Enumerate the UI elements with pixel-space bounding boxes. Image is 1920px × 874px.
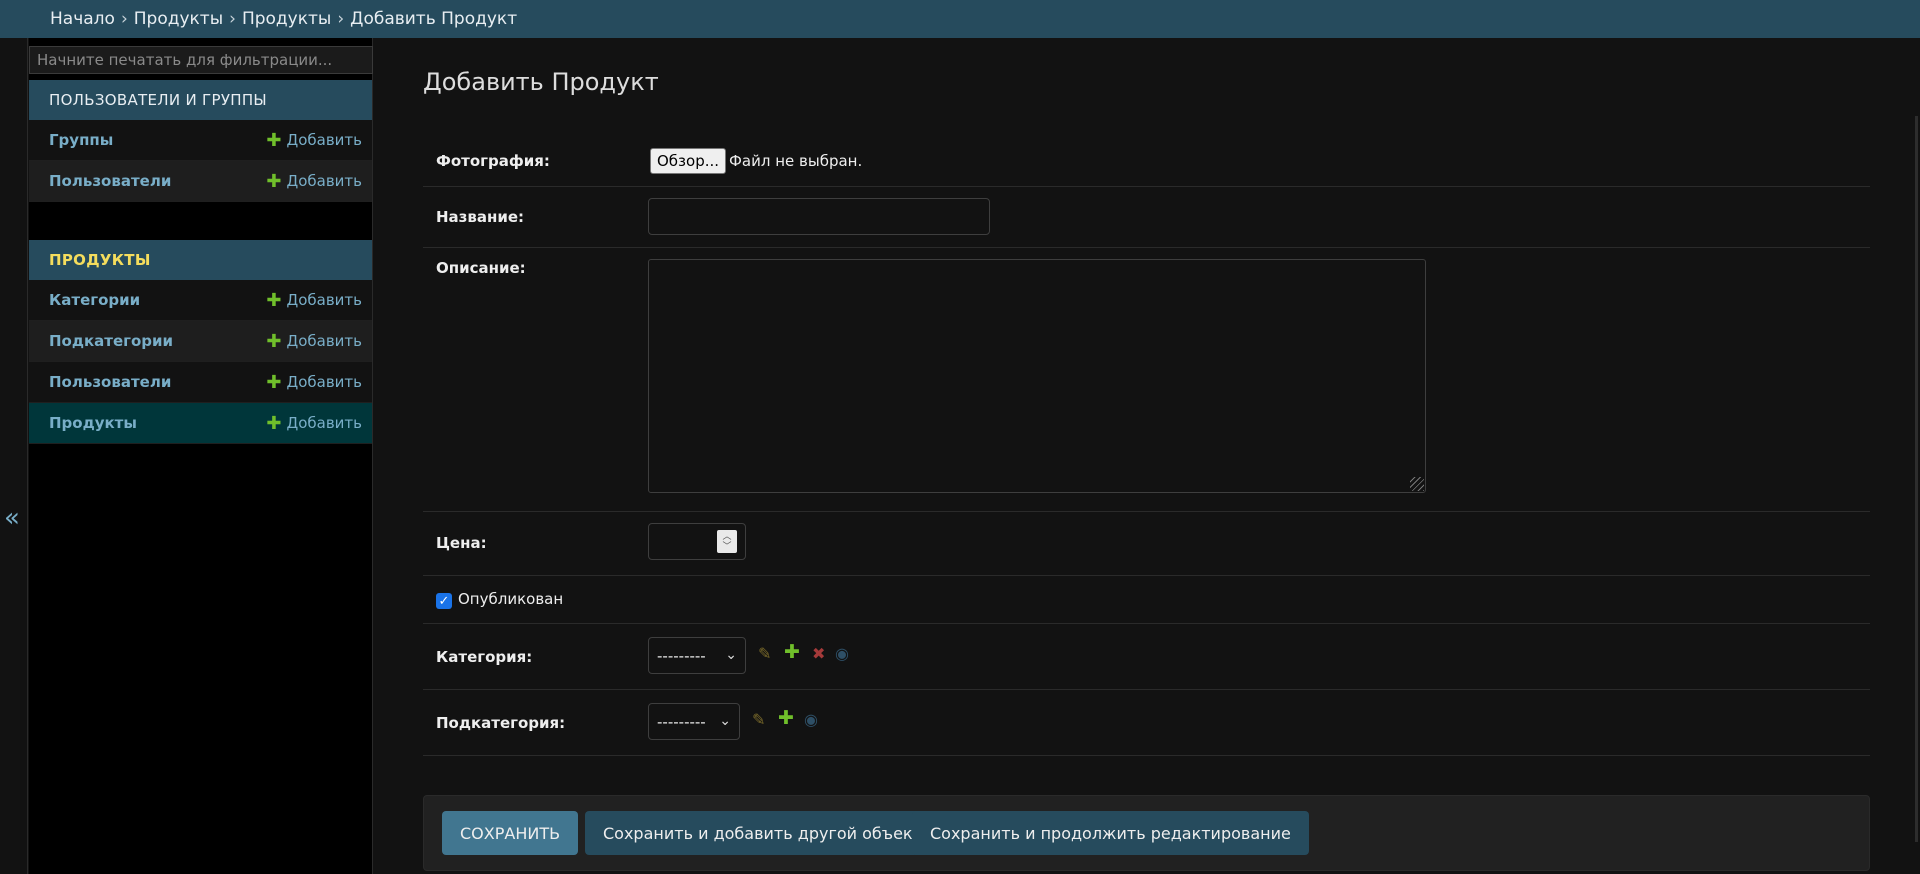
file-status: Файл не выбран.: [729, 152, 863, 170]
add-link-label: Добавить: [286, 332, 362, 350]
published-label[interactable]: Опубликован: [458, 590, 563, 608]
add-groups-link[interactable]: ✚ Добавить: [266, 130, 362, 151]
add-subcategories-link[interactable]: ✚ Добавить: [266, 331, 362, 352]
sidebar-item-groups: Группы ✚ Добавить: [29, 120, 372, 161]
sidebar-item-users: Пользователи ✚ Добавить: [29, 161, 372, 202]
add-link-label: Добавить: [286, 373, 362, 391]
double-chevron-left-icon[interactable]: «: [4, 505, 20, 531]
subcategory-selected-value: ---------: [657, 712, 706, 731]
sidebar-item-product-users: Пользователи ✚ Добавить: [29, 362, 372, 403]
breadcrumb-separator: ›: [337, 9, 345, 29]
plus-icon[interactable]: ✚: [778, 709, 794, 728]
subcategory-select[interactable]: --------- ⌄: [648, 703, 740, 740]
sidebar-item-label[interactable]: Пользователи: [49, 373, 171, 391]
spinner-up-icon[interactable]: ︿: [722, 532, 731, 542]
nav-toggle-strip: «: [0, 38, 28, 874]
subcategory-label: Подкатегория:: [436, 714, 566, 732]
sidebar-item-label[interactable]: Категории: [49, 291, 140, 309]
form-row-category: Категория: --------- ⌄ ✎ ✚ ✖ ◉: [423, 624, 1870, 690]
sidebar-item-label[interactable]: Пользователи: [49, 172, 171, 190]
form-row-description: Описание:: [423, 248, 1870, 512]
submit-row: СОХРАНИТЬ Сохранить и добавить другой об…: [423, 795, 1870, 871]
chevron-down-icon: ⌄: [725, 647, 737, 663]
page-title: Добавить Продукт: [423, 68, 659, 96]
form-row-price: Цена: ︿ ﹀: [423, 512, 1870, 576]
plus-icon: ✚: [266, 371, 282, 393]
name-label: Название:: [436, 208, 525, 226]
eye-icon[interactable]: ◉: [804, 712, 818, 728]
module-caption-label: ПОЛЬЗОВАТЕЛИ И ГРУППЫ: [49, 91, 267, 109]
price-input[interactable]: ︿ ﹀: [648, 523, 746, 560]
sidebar-filter: [29, 38, 373, 80]
category-label: Категория:: [436, 648, 533, 666]
add-users-link[interactable]: ✚ Добавить: [266, 171, 362, 192]
main-content: Добавить Продукт Фотография: Обзор... Фа…: [374, 38, 1920, 874]
sidebar-item-products: Продукты ✚ Добавить: [29, 403, 372, 444]
sidebar-item-subcategories: Подкатегории ✚ Добавить: [29, 321, 372, 362]
price-label: Цена:: [436, 534, 487, 552]
description-textarea[interactable]: [648, 259, 1426, 493]
sidebar-item-label[interactable]: Подкатегории: [49, 332, 173, 350]
add-link-label: Добавить: [286, 291, 362, 309]
pencil-icon[interactable]: ✎: [752, 712, 765, 728]
add-link-label: Добавить: [286, 131, 362, 149]
photo-label: Фотография:: [436, 152, 550, 170]
number-spinner[interactable]: ︿ ﹀: [717, 530, 737, 553]
sidebar: ПОЛЬЗОВАТЕЛИ И ГРУППЫ Группы ✚ Добавить …: [29, 38, 373, 874]
plus-icon: ✚: [266, 412, 282, 434]
category-selected-value: ---------: [657, 646, 706, 665]
plus-icon: ✚: [266, 289, 282, 311]
add-products-link[interactable]: ✚ Добавить: [266, 413, 362, 434]
save-add-another-button[interactable]: Сохранить и добавить другой объект: [585, 811, 940, 855]
file-browse-button[interactable]: Обзор...: [650, 148, 727, 174]
sidebar-item-categories: Категории ✚ Добавить: [29, 280, 372, 321]
plus-icon: ✚: [266, 129, 282, 151]
name-input[interactable]: [648, 198, 990, 235]
save-button[interactable]: СОХРАНИТЬ: [442, 811, 579, 855]
breadcrumb: Начало › Продукты › Продукты › Добавить …: [0, 0, 1920, 38]
module-spacer: [29, 202, 372, 240]
spinner-down-icon[interactable]: ﹀: [722, 542, 731, 552]
published-checkbox[interactable]: ✓: [436, 593, 452, 609]
plus-icon[interactable]: ✚: [784, 643, 800, 662]
sidebar-item-label[interactable]: Продукты: [49, 414, 137, 432]
module-caption-products[interactable]: ПРОДУКТЫ: [29, 240, 372, 280]
form-row-name: Название:: [423, 187, 1870, 248]
chevron-down-icon: ⌄: [719, 713, 731, 729]
pencil-icon[interactable]: ✎: [758, 646, 771, 662]
resize-grip-icon[interactable]: [1410, 477, 1424, 491]
breadcrumb-model[interactable]: Продукты: [242, 9, 331, 29]
breadcrumb-current: Добавить Продукт: [350, 9, 518, 29]
module-caption-label: ПРОДУКТЫ: [49, 251, 151, 269]
sidebar-item-label[interactable]: Группы: [49, 131, 113, 149]
add-link-label: Добавить: [286, 414, 362, 432]
plus-icon: ✚: [266, 170, 282, 192]
breadcrumb-separator: ›: [120, 9, 128, 29]
nav-filter-input[interactable]: [29, 46, 373, 74]
x-icon[interactable]: ✖: [812, 646, 825, 662]
eye-icon[interactable]: ◉: [835, 646, 849, 662]
scrollbar[interactable]: [1915, 116, 1918, 842]
module-caption-auth[interactable]: ПОЛЬЗОВАТЕЛИ И ГРУППЫ: [29, 80, 372, 120]
plus-icon: ✚: [266, 330, 282, 352]
add-categories-link[interactable]: ✚ Добавить: [266, 290, 362, 311]
breadcrumb-home[interactable]: Начало: [50, 9, 115, 29]
save-continue-button[interactable]: Сохранить и продолжить редактирование: [912, 811, 1309, 855]
form-row-subcategory: Подкатегория: --------- ⌄ ✎ ✚ ◉: [423, 690, 1870, 756]
description-label: Описание:: [436, 259, 526, 277]
form-row-published: ✓ Опубликован: [423, 576, 1870, 624]
category-select[interactable]: --------- ⌄: [648, 637, 746, 674]
breadcrumb-app[interactable]: Продукты: [134, 9, 223, 29]
breadcrumb-separator: ›: [229, 9, 236, 29]
form-row-photo: Фотография: Обзор... Файл не выбран.: [423, 136, 1870, 187]
add-link-label: Добавить: [286, 172, 362, 190]
add-product-users-link[interactable]: ✚ Добавить: [266, 372, 362, 393]
